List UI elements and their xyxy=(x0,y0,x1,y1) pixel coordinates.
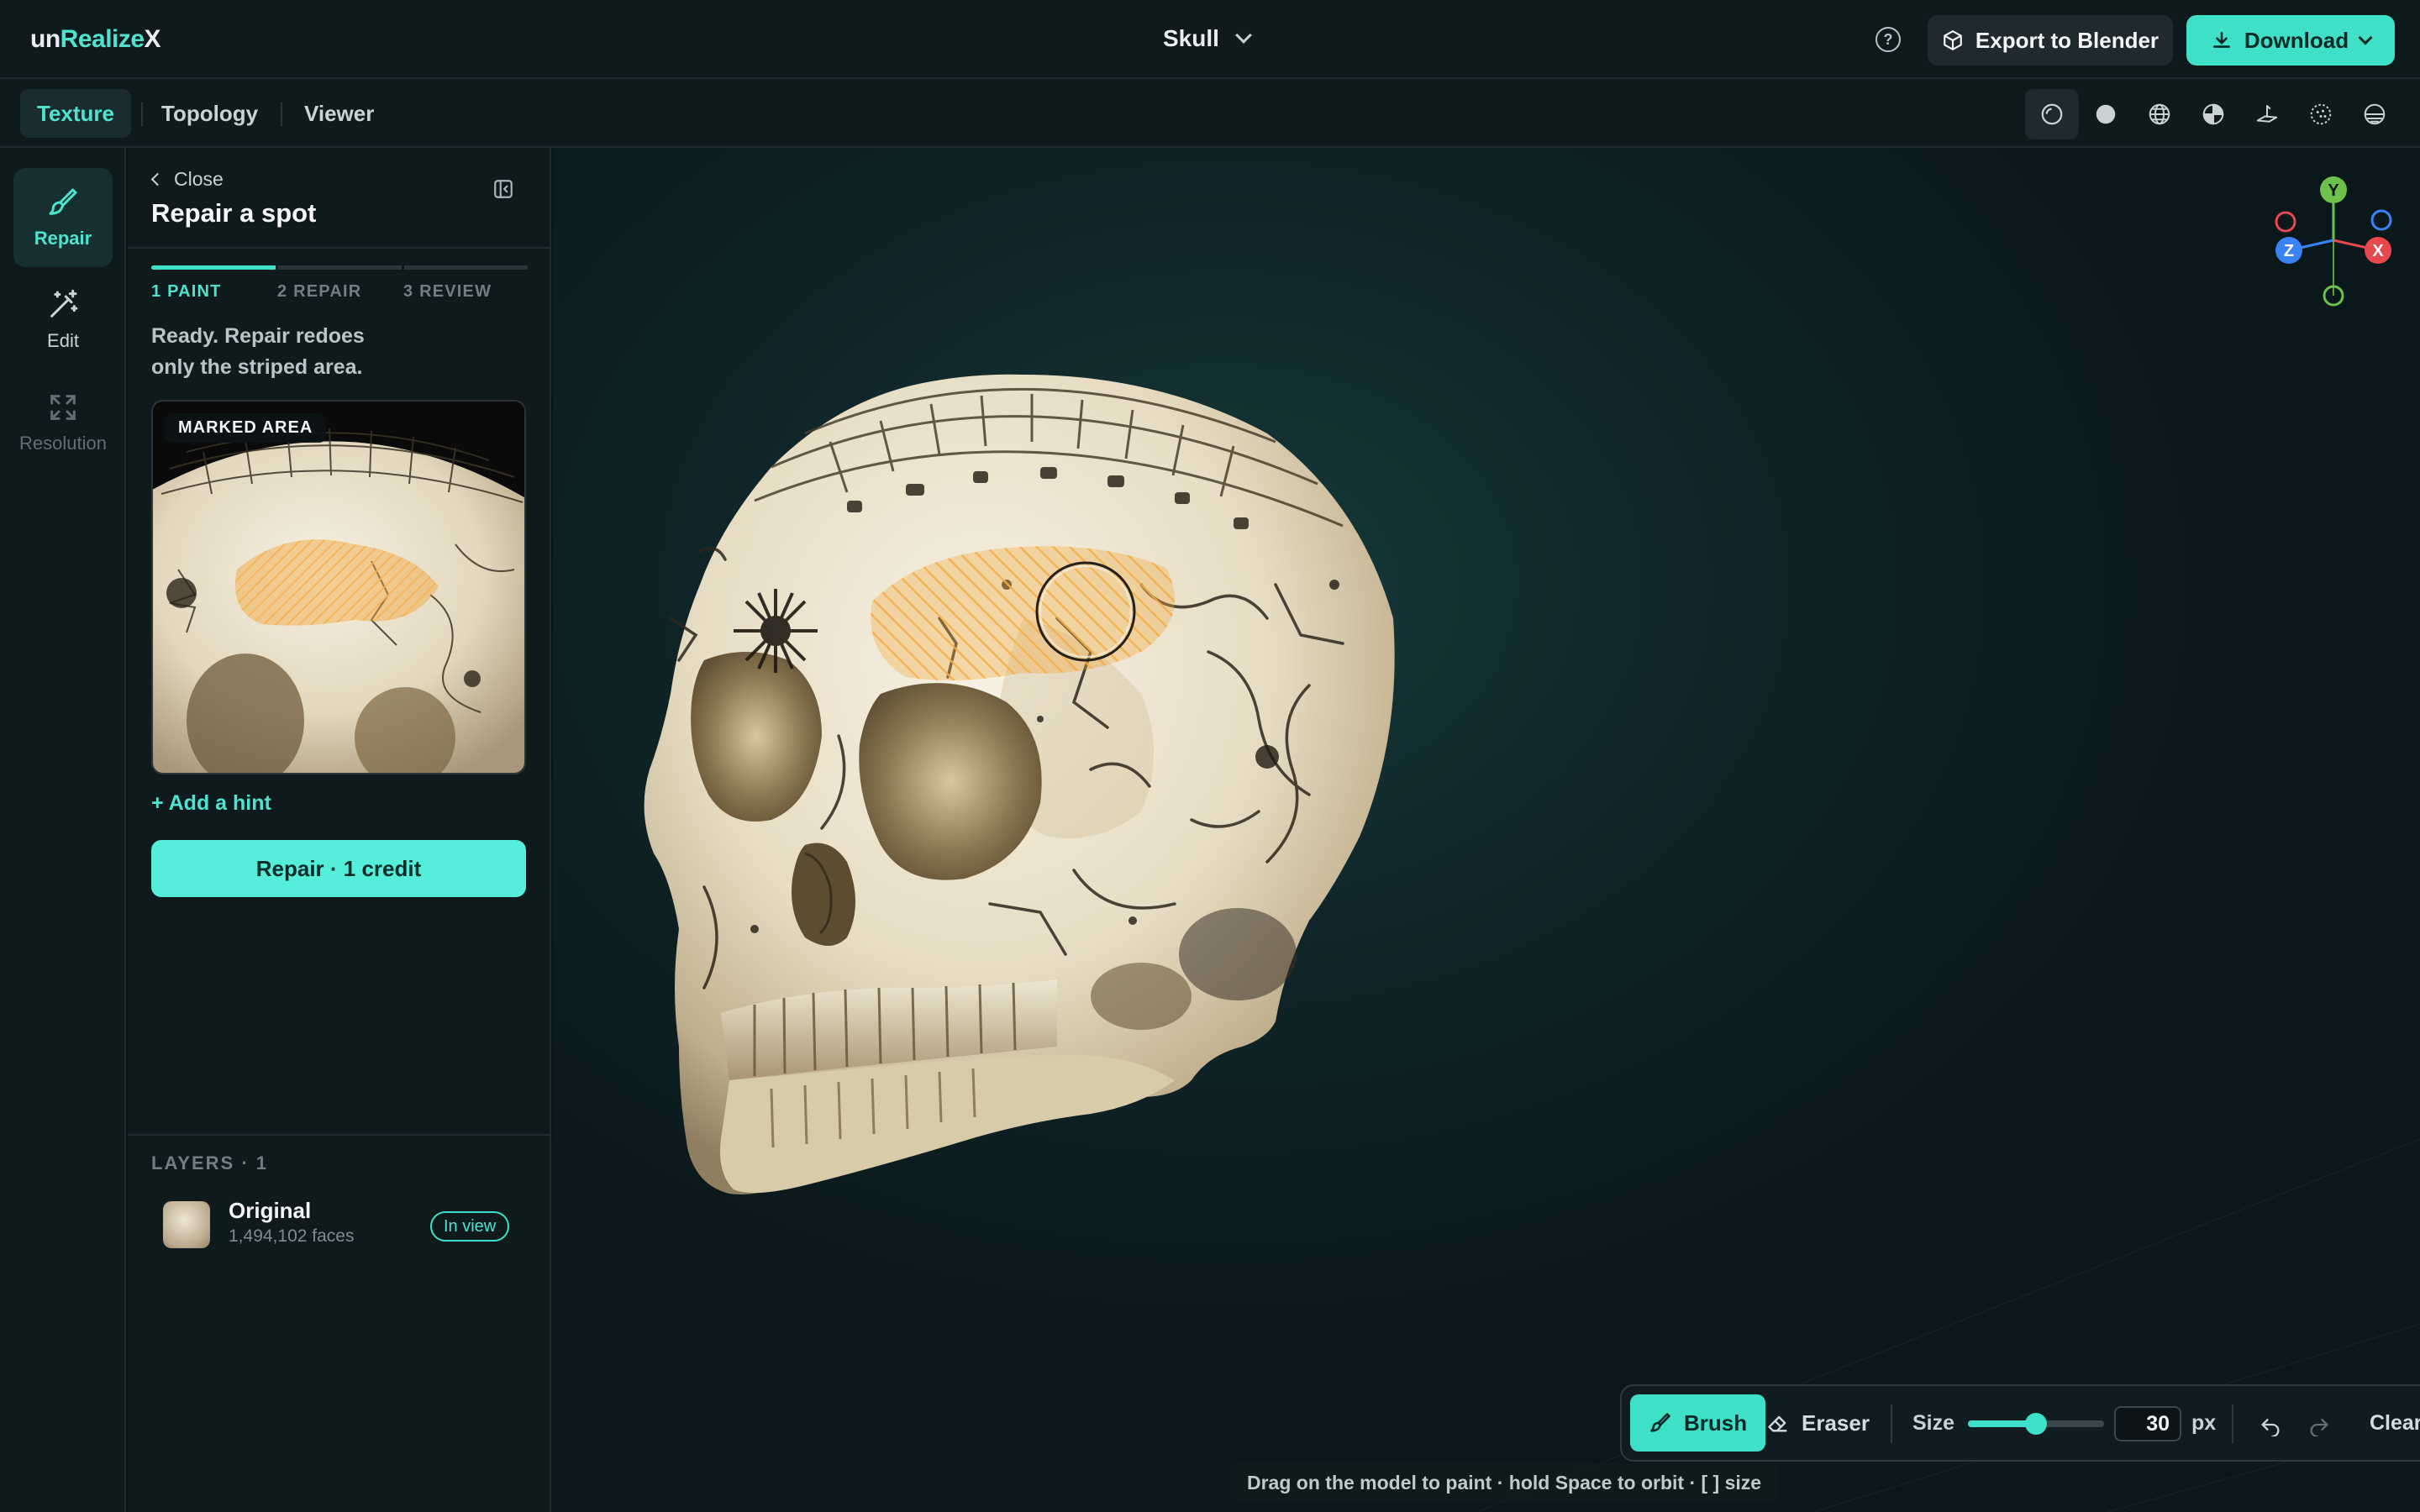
tool-rail: Repair Edit Resolution xyxy=(0,148,126,1512)
brush-label: Brush xyxy=(1684,1410,1748,1436)
half-sphere-icon[interactable] xyxy=(2348,89,2402,139)
layers-heading: LAYERS · 1 xyxy=(151,1152,269,1173)
download-label: Download xyxy=(2244,27,2349,53)
tab-topology[interactable]: Topology xyxy=(145,89,275,138)
tab-divider xyxy=(141,102,143,126)
rail-item-resolution[interactable]: Resolution xyxy=(13,373,113,472)
step-gap xyxy=(402,265,404,270)
close-button[interactable]: Close xyxy=(150,168,224,191)
preview-image xyxy=(153,402,524,773)
rail-item-edit[interactable]: Edit xyxy=(13,270,113,370)
step-progress xyxy=(151,265,277,270)
step-repair[interactable]: 2 REPAIR xyxy=(277,282,361,302)
solid-icon[interactable] xyxy=(2079,89,2133,139)
download-icon xyxy=(2212,32,2230,48)
status-text: Ready. Repair redoes only the striped ar… xyxy=(151,324,365,379)
close-label: Close xyxy=(174,168,224,190)
layer-name: Original xyxy=(229,1198,312,1223)
tab-texture[interactable]: Texture xyxy=(20,89,131,138)
chevron-down-icon xyxy=(2358,30,2373,45)
tab-bar: Texture Topology Viewer xyxy=(0,79,2420,148)
size-label: Size xyxy=(1912,1411,1955,1435)
layer-face-count: 1,494,102 faces xyxy=(229,1226,355,1246)
rail-label: Repair xyxy=(34,228,92,249)
gizmo-axis-z: Z xyxy=(2284,242,2294,260)
chevron-down-icon xyxy=(1235,27,1252,44)
clear-button[interactable]: Clear xyxy=(2370,1411,2420,1436)
brush-tool-button[interactable]: Brush xyxy=(1630,1394,1766,1452)
uv-sphere-icon[interactable] xyxy=(2186,89,2240,139)
toolbar-divider xyxy=(1891,1404,1892,1443)
expand-icon xyxy=(50,395,76,420)
toolbar-divider xyxy=(2232,1404,2233,1443)
export-label: Export to Blender xyxy=(1975,27,2160,53)
brush-icon xyxy=(49,188,77,215)
repair-panel: Close Repair a spot 1 PAINT 2 REPAIR 3 R… xyxy=(128,148,551,1512)
plane-icon[interactable] xyxy=(2240,89,2294,139)
step-review[interactable]: 3 REVIEW xyxy=(403,282,492,302)
model-title-dropdown[interactable]: Skull xyxy=(1163,25,1252,52)
marked-area-badge: MARKED AREA xyxy=(165,413,327,443)
paint-toolbar: Brush Eraser Size px Clear xyxy=(1620,1384,2420,1462)
wireframe-icon[interactable] xyxy=(2133,89,2186,139)
eraser-label: Eraser xyxy=(1802,1410,1870,1436)
marked-area-preview: MARKED AREA xyxy=(151,400,526,774)
step-gap xyxy=(276,265,278,270)
eraser-icon xyxy=(1768,1415,1787,1432)
brush-size-slider[interactable] xyxy=(1968,1413,2104,1435)
question-circle-icon[interactable]: ? xyxy=(1876,27,1901,52)
collapse-panel-icon[interactable] xyxy=(492,178,514,200)
add-hint-link[interactable]: + Add a hint xyxy=(151,791,271,816)
orientation-gizmo[interactable]: Y Z X xyxy=(2270,173,2396,307)
rail-label: Edit xyxy=(47,330,79,351)
slider-thumb[interactable] xyxy=(2025,1413,2047,1435)
undo-icon[interactable] xyxy=(2252,1406,2289,1443)
tab-divider xyxy=(281,102,282,126)
viewport-hint: Drag on the model to paint · hold Space … xyxy=(1230,1463,1779,1502)
skull-model[interactable] xyxy=(553,148,2420,1512)
export-to-blender-button[interactable]: Export to Blender xyxy=(1928,15,2173,66)
matcap-icon[interactable] xyxy=(2025,89,2079,139)
chevron-left-icon xyxy=(150,172,165,186)
panel-title: Repair a spot xyxy=(151,198,317,228)
download-button[interactable]: Download xyxy=(2186,15,2395,66)
step-paint[interactable]: 1 PAINT xyxy=(151,282,222,302)
top-bar: unRealizeX Skull ? Export to Blender Dow… xyxy=(0,0,2420,79)
app-logo[interactable]: unRealizeX xyxy=(30,25,161,54)
dotted-sphere-icon[interactable] xyxy=(2294,89,2348,139)
divider xyxy=(128,1134,551,1136)
tab-viewer[interactable]: Viewer xyxy=(287,89,391,138)
unit-label: px xyxy=(2191,1411,2217,1435)
redo-icon[interactable] xyxy=(2301,1406,2338,1443)
gizmo-axis-x: X xyxy=(2372,242,2384,260)
magic-wand-icon xyxy=(50,289,78,318)
divider xyxy=(128,247,551,249)
brush-icon xyxy=(1650,1413,1670,1432)
gizmo-axis-y: Y xyxy=(2328,181,2339,200)
3d-viewport[interactable]: Y Z X Brush Eraser Size px xyxy=(553,148,2420,1512)
in-view-badge: In view xyxy=(430,1211,510,1242)
rail-label: Resolution xyxy=(19,433,107,454)
view-mode-group xyxy=(2025,89,2402,139)
layer-row[interactable]: Original 1,494,102 faces In view xyxy=(151,1189,528,1257)
cube-icon xyxy=(1944,30,1962,50)
repair-button[interactable]: Repair · 1 credit xyxy=(151,840,526,897)
rail-item-repair[interactable]: Repair xyxy=(13,168,113,267)
model-title: Skull xyxy=(1163,25,1219,51)
brush-size-input[interactable] xyxy=(2114,1406,2181,1441)
layer-thumbnail xyxy=(163,1201,210,1248)
eraser-tool-button[interactable]: Eraser xyxy=(1748,1394,1888,1452)
